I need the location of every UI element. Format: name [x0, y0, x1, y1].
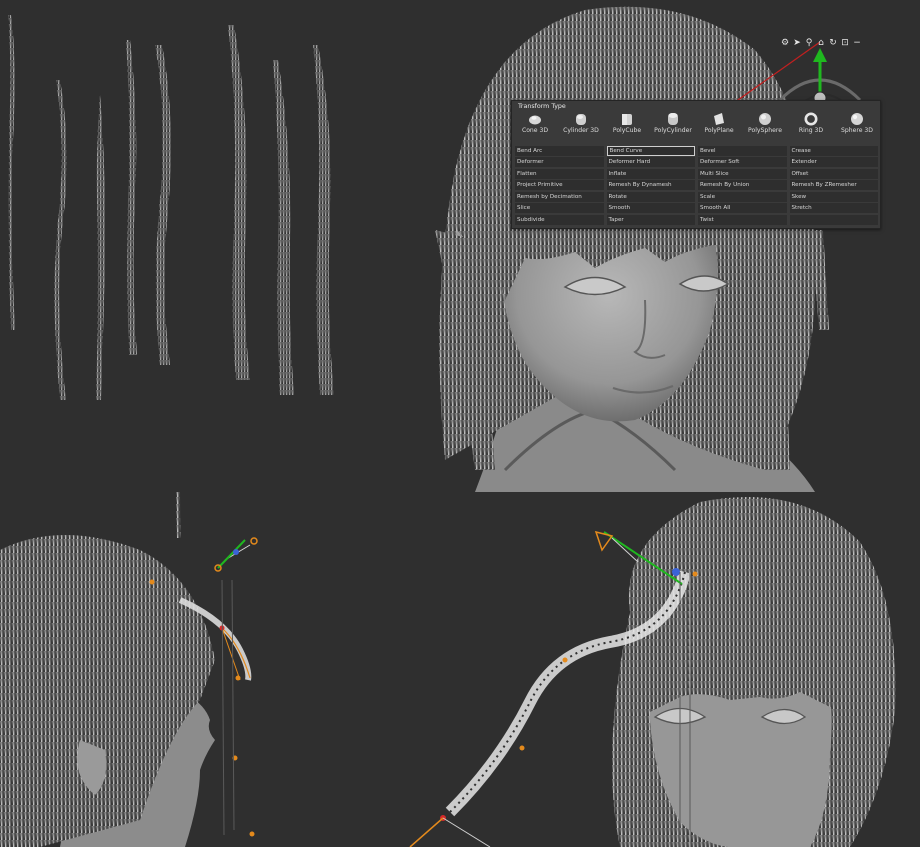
deformer-rotate[interactable]: Rotate	[606, 191, 695, 202]
sphere-3d-icon	[851, 113, 863, 125]
deformer-scale[interactable]: Scale	[698, 191, 787, 202]
deformer-project-primitive[interactable]: Project Primitive	[515, 180, 604, 191]
deformer-subdivide[interactable]: Subdivide	[515, 214, 604, 225]
primitive-polycube[interactable]: PolyCube	[604, 109, 650, 137]
deformer-skew[interactable]: Skew	[789, 191, 878, 202]
minus-icon[interactable]: −	[852, 38, 862, 48]
undo-icon[interactable]: ↻	[828, 38, 838, 48]
hair-card	[155, 45, 171, 365]
deformer-bend-arc[interactable]: Bend Arc	[515, 145, 604, 156]
primitive-cone-3d[interactable]: Cone 3D	[512, 109, 558, 137]
primitive-polysphere[interactable]: PolySphere	[742, 109, 788, 137]
deformer-offset[interactable]: Offset	[789, 168, 878, 179]
gizmo-toolbar: ⚙ ➤ ⚲ ⌂ ↻ ⊡ −	[780, 38, 862, 48]
hair-card	[54, 80, 67, 400]
deformer-remesh-by-union[interactable]: Remesh By Union	[698, 180, 787, 191]
primitive-polycylinder[interactable]: PolyCylinder	[650, 109, 696, 137]
pointer-icon[interactable]: ➤	[792, 38, 802, 48]
deformer-crease[interactable]: Crease	[789, 145, 878, 156]
hair-card	[273, 60, 294, 395]
deformer-deformer-hard[interactable]: Deformer Hard	[606, 157, 695, 168]
deformer-empty	[789, 214, 878, 225]
deformer-bend-curve[interactable]: Bend Curve	[606, 145, 695, 156]
hair-card	[313, 45, 334, 395]
pin-icon[interactable]: ⚲	[804, 38, 814, 48]
primitive-ring-3d[interactable]: Ring 3D	[788, 109, 834, 137]
head-render	[435, 6, 862, 492]
deformer-grid: Bend Arc Bend Curve Bevel Crease Deformer Def…	[515, 145, 878, 226]
viewport-head-side[interactable]	[0, 490, 440, 847]
deformer-twist[interactable]: Twist	[698, 214, 787, 225]
deformer-slice[interactable]: Slice	[515, 203, 604, 214]
deformer-bevel[interactable]: Bevel	[698, 145, 787, 156]
hair-cards-render	[8, 15, 334, 400]
cylinder-icon	[576, 114, 586, 125]
deformer-smooth[interactable]: Smooth	[606, 203, 695, 214]
deformer-deformer[interactable]: Deformer	[515, 157, 604, 168]
home-icon[interactable]: ⌂	[816, 38, 826, 48]
deformer-flatten[interactable]: Flatten	[515, 168, 604, 179]
viewport-head-front[interactable]	[435, 0, 920, 492]
deformer-remesh-by-zremesher[interactable]: Remesh By ZRemesher	[789, 180, 878, 191]
ring-icon	[804, 112, 818, 126]
viewport-curve-brush[interactable]	[380, 492, 920, 847]
deformer-stretch[interactable]: Stretch	[789, 203, 878, 214]
gear-icon[interactable]: ⚙	[780, 38, 790, 48]
hair-card	[126, 40, 137, 355]
deformer-multi-slice[interactable]: Multi Slice	[698, 168, 787, 179]
deformer-smooth-all[interactable]: Smooth All	[698, 203, 787, 214]
deformer-inflate[interactable]: Inflate	[606, 168, 695, 179]
hair-card	[8, 15, 15, 330]
primitive-cylinder-3d[interactable]: Cylinder 3D	[558, 109, 604, 137]
lock-icon[interactable]: ⊡	[840, 38, 850, 48]
polycylinder-icon	[668, 113, 678, 125]
cube-icon	[622, 114, 632, 125]
deformer-deformer-soft[interactable]: Deformer Soft	[698, 157, 787, 168]
curve-brush-render	[409, 497, 896, 847]
sphere-icon	[759, 113, 771, 125]
transform-type-panel: Transform Type Cone 3D Cylinder 3D PolyC…	[511, 100, 881, 229]
plane-icon	[714, 113, 724, 125]
primitive-sphere-3d[interactable]: Sphere 3D	[834, 109, 880, 137]
hair-card	[96, 95, 106, 400]
primitive-polyplane[interactable]: PolyPlane	[696, 109, 742, 137]
deformer-remesh-by-dynamesh[interactable]: Remesh By Dynamesh	[606, 180, 695, 191]
deformer-taper[interactable]: Taper	[606, 214, 695, 225]
deformer-remesh-by-decimation[interactable]: Remesh by Decimation	[515, 191, 604, 202]
cone-icon	[529, 115, 541, 125]
side-view-render	[0, 492, 258, 847]
primitive-row: Cone 3D Cylinder 3D PolyCube PolyCylinde…	[512, 109, 880, 137]
viewport-hair-cards[interactable]	[0, 0, 440, 420]
hair-card	[228, 25, 250, 380]
deformer-extender[interactable]: Extender	[789, 157, 878, 168]
